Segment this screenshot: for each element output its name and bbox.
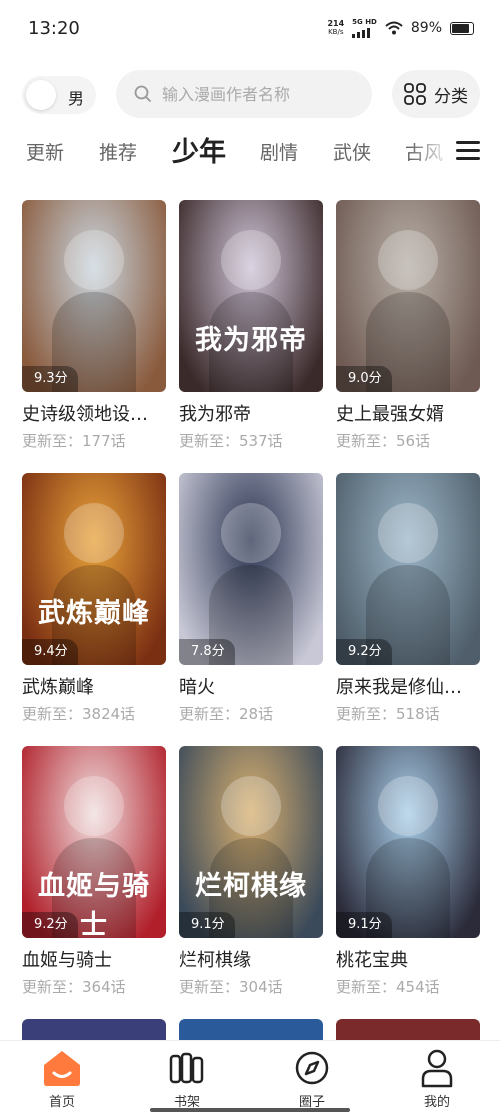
score-badge: 9.4分: [22, 639, 78, 665]
comic-title[interactable]: 我为邪帝: [179, 400, 323, 426]
cover-figure: [221, 776, 281, 836]
score-badge: 9.1分: [336, 912, 392, 938]
person-icon: [421, 1049, 453, 1088]
search-icon: [134, 85, 151, 102]
comic-cover[interactable]: 我为邪帝: [179, 200, 323, 392]
bottom-nav: 首页 书架 圈子 我的: [0, 1040, 500, 1116]
comic-update-status: 更新至：56话: [336, 432, 431, 450]
cover-figure: [221, 503, 281, 563]
toggle-knob: [26, 80, 56, 110]
tab-wuxia[interactable]: 武侠: [333, 138, 371, 165]
cover-figure: [64, 776, 124, 836]
tab-update[interactable]: 更新: [26, 138, 64, 165]
comic-cover-partial[interactable]: [336, 1019, 480, 1040]
network-speed-unit: KB/s: [328, 28, 344, 36]
search-bar[interactable]: [116, 70, 372, 118]
nav-profile[interactable]: 我的: [397, 1049, 477, 1110]
nav-home-label: 首页: [48, 1095, 75, 1110]
tab-shounen[interactable]: 少年: [172, 130, 226, 169]
score-badge: 9.2分: [22, 912, 78, 938]
search-input[interactable]: [162, 82, 362, 106]
comic-update-status: 更新至：518话: [336, 705, 440, 723]
network-speed-value: 214: [327, 19, 345, 28]
comic-update-status: 更新至：454话: [336, 978, 440, 996]
cover-title-art: 烂柯棋缘: [195, 871, 307, 902]
signal-label: 5G HD: [352, 18, 377, 26]
comic-title[interactable]: 原来我是修仙…: [336, 673, 480, 699]
comic-cover[interactable]: 血姬与骑士 9.2分: [22, 746, 166, 938]
comic-title[interactable]: 武炼巅峰: [22, 673, 166, 699]
nav-bookshelf[interactable]: 书架: [147, 1049, 227, 1110]
compass-icon: [295, 1051, 329, 1085]
home-indicator: [150, 1108, 350, 1112]
bookshelf-icon: [169, 1052, 204, 1084]
home-icon: [44, 1051, 80, 1086]
comic-title[interactable]: 暗火: [179, 673, 323, 699]
tab-recommend[interactable]: 推荐: [99, 138, 137, 165]
comic-cover[interactable]: 武炼巅峰 9.4分: [22, 473, 166, 665]
network-speed: 214 KB/s: [327, 19, 344, 37]
gender-toggle[interactable]: 男: [22, 76, 96, 114]
cover-title-art: 我为邪帝: [195, 325, 307, 356]
comic-cover[interactable]: 烂柯棋缘 9.1分: [179, 746, 323, 938]
score-badge: 9.1分: [179, 912, 235, 938]
comic-cover[interactable]: 9.3分: [22, 200, 166, 392]
comic-title[interactable]: 桃花宝典: [336, 946, 480, 972]
tabs-fade: [410, 130, 452, 176]
gender-label: 男: [68, 89, 85, 108]
status-time: 13:20: [28, 18, 80, 39]
comic-update-status: 更新至：304话: [179, 978, 283, 996]
status-indicators: 214 KB/s 5G HD 89%: [327, 18, 474, 38]
menu-icon[interactable]: [456, 141, 480, 161]
comic-update-status: 更新至：364话: [22, 978, 126, 996]
comic-cover[interactable]: 9.1分: [336, 746, 480, 938]
comic-update-status: 更新至：177话: [22, 432, 126, 450]
score-badge: 7.8分: [179, 639, 235, 665]
cover-figure: [378, 776, 438, 836]
category-button[interactable]: 分类: [392, 70, 480, 118]
comic-update-status: 更新至：537话: [179, 432, 283, 450]
battery-icon: [450, 21, 474, 35]
comic-cover[interactable]: 9.2分: [336, 473, 480, 665]
comic-cover-partial[interactable]: [22, 1019, 166, 1040]
cover-figure: [221, 230, 281, 290]
nav-circle[interactable]: 圈子: [272, 1049, 352, 1110]
category-label: 分类: [434, 87, 468, 107]
comic-update-status: 更新至：3824话: [22, 705, 136, 723]
cover-title-art: 武炼巅峰: [38, 598, 150, 629]
comic-title[interactable]: 烂柯棋缘: [179, 946, 323, 972]
wifi-icon: [385, 21, 403, 35]
status-bar: 13:20 214 KB/s 5G HD 89%: [0, 0, 500, 60]
cover-figure: [64, 503, 124, 563]
comic-title[interactable]: 史诗级领地设…: [22, 400, 166, 426]
cover-figure: [64, 230, 124, 290]
comic-cover[interactable]: 7.8分: [179, 473, 323, 665]
comic-title[interactable]: 血姬与骑士: [22, 946, 166, 972]
score-badge: 9.2分: [336, 639, 392, 665]
comic-cover[interactable]: 9.0分: [336, 200, 480, 392]
signal-icon: 5G HD: [352, 18, 377, 38]
score-badge: 9.0分: [336, 366, 392, 392]
comic-title[interactable]: 史上最强女婿: [336, 400, 480, 426]
cover-figure: [378, 503, 438, 563]
comic-cover-partial[interactable]: [179, 1019, 323, 1040]
cover-figure: [378, 230, 438, 290]
nav-home[interactable]: 首页: [22, 1049, 102, 1110]
tab-drama[interactable]: 剧情: [260, 138, 298, 165]
category-grid-icon: [404, 83, 426, 105]
comic-update-status: 更新至：28话: [179, 705, 274, 723]
nav-profile-label: 我的: [423, 1095, 450, 1110]
battery-percent: 89%: [410, 20, 442, 36]
score-badge: 9.3分: [22, 366, 78, 392]
